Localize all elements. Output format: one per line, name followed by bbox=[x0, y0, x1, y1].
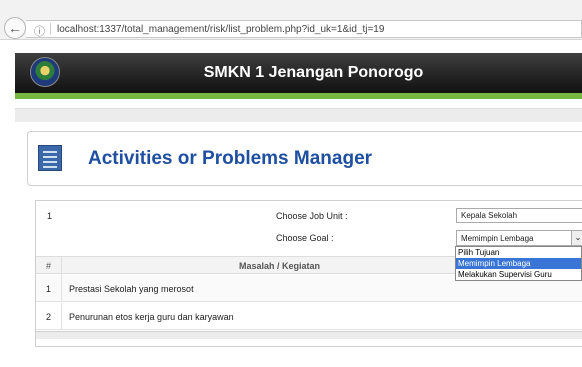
row-activity-text: Penurunan etos kerja guru dan karyawan bbox=[69, 312, 234, 322]
table-footer bbox=[36, 331, 582, 339]
goal-label: Choose Goal : bbox=[276, 233, 334, 243]
app-header: SMKN 1 Jenangan Ponorogo bbox=[15, 53, 582, 93]
address-separator bbox=[50, 23, 51, 35]
address-bar[interactable]: ⓘ localhost:1337/total_management/risk/l… bbox=[26, 20, 582, 38]
app-title: SMKN 1 Jenangan Ponorogo bbox=[203, 64, 424, 81]
header-accent-bar bbox=[15, 93, 582, 99]
row-number: 1 bbox=[46, 284, 52, 294]
url-text[interactable]: localhost:1337/total_management/risk/lis… bbox=[57, 24, 384, 35]
job-unit-label: Choose Job Unit : bbox=[276, 211, 348, 221]
column-divider bbox=[61, 303, 62, 330]
table-row[interactable]: 2 Penurunan etos kerja guru dan karyawan bbox=[36, 303, 582, 330]
goal-option[interactable]: Melakukan Supervisi Guru bbox=[456, 269, 581, 280]
goal-dropdown-list[interactable]: Pilih Tujuan Memimpin Lembaga Melakukan … bbox=[455, 246, 582, 281]
form-row-number: 1 bbox=[47, 211, 53, 221]
document-list-icon bbox=[38, 145, 62, 171]
nav-strip bbox=[15, 108, 582, 122]
chevron-down-icon[interactable]: ⌄ bbox=[571, 231, 582, 245]
job-unit-select[interactable]: Kepala Sekolah bbox=[456, 208, 582, 223]
page-title: Activities or Problems Manager bbox=[88, 148, 373, 169]
back-arrow-icon[interactable]: ← bbox=[4, 17, 26, 39]
row-activity-text: Prestasi Sekolah yang merosot bbox=[69, 284, 194, 294]
info-icon[interactable]: ⓘ bbox=[34, 23, 45, 39]
goal-select[interactable]: Memimpin Lembaga ⌄ bbox=[456, 230, 582, 246]
browser-toolbar: ← ⓘ localhost:1337/total_management/risk… bbox=[0, 0, 582, 40]
column-divider bbox=[61, 275, 62, 302]
goal-option-selected[interactable]: Memimpin Lembaga bbox=[456, 258, 581, 269]
goal-option[interactable]: Pilih Tujuan bbox=[456, 247, 581, 258]
row-number: 2 bbox=[46, 312, 52, 322]
page-title-panel: Activities or Problems Manager bbox=[27, 131, 582, 186]
goal-select-value: Memimpin Lembaga bbox=[461, 234, 534, 243]
